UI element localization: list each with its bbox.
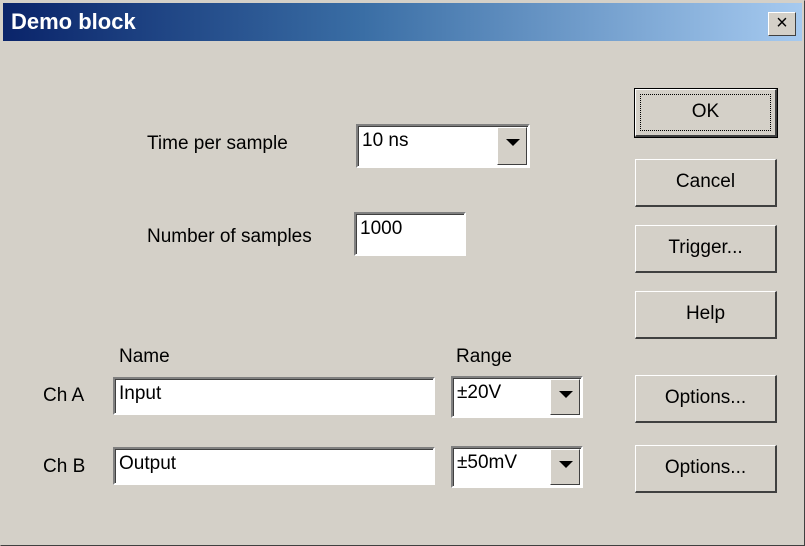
channel-a-range-value: ±20V — [457, 382, 502, 403]
time-per-sample-label: Time per sample — [147, 133, 288, 154]
title-bar: Demo block × — [3, 3, 802, 41]
range-column-header: Range — [456, 346, 512, 367]
focus-ring — [640, 94, 771, 131]
number-of-samples-label: Number of samples — [147, 226, 312, 247]
dialog-window: Demo block × Time per sample 10 ns Numbe… — [0, 0, 805, 546]
time-per-sample-value: 10 ns — [362, 130, 409, 151]
channel-b-range-value: ±50mV — [457, 452, 518, 473]
time-per-sample-select[interactable]: 10 ns — [356, 124, 530, 168]
number-of-samples-input[interactable]: 1000 — [354, 212, 466, 256]
trigger-button[interactable]: Trigger... — [635, 225, 777, 273]
channel-a-name-input[interactable]: Input — [113, 377, 435, 415]
channel-a-label: Ch A — [43, 385, 85, 406]
channel-a-name-value: Input — [119, 383, 162, 404]
channel-b-range-select[interactable]: ±50mV — [451, 446, 583, 488]
number-of-samples-value: 1000 — [360, 218, 403, 239]
cancel-button[interactable]: Cancel — [635, 159, 777, 207]
channel-a-options-label: Options... — [664, 387, 747, 408]
chevron-down-icon[interactable] — [550, 379, 580, 415]
help-button[interactable]: Help — [635, 291, 777, 339]
channel-b-name-value: Output — [119, 453, 177, 474]
close-button[interactable]: × — [768, 12, 796, 36]
ok-button[interactable]: OK — [634, 88, 778, 138]
channel-b-name-input[interactable]: Output — [113, 447, 435, 485]
chevron-down-icon[interactable] — [497, 127, 527, 165]
cancel-button-label: Cancel — [675, 171, 736, 192]
name-column-header: Name — [119, 346, 170, 367]
channel-b-options-button[interactable]: Options... — [635, 445, 777, 493]
trigger-button-label: Trigger... — [668, 237, 743, 258]
channel-a-range-select[interactable]: ±20V — [451, 376, 583, 418]
chevron-down-icon[interactable] — [550, 449, 580, 485]
window-title: Demo block — [11, 9, 136, 34]
close-icon: × — [776, 12, 788, 34]
channel-b-options-label: Options... — [664, 457, 747, 478]
help-button-label: Help — [685, 303, 726, 324]
channel-b-label: Ch B — [43, 456, 86, 477]
channel-a-options-button[interactable]: Options... — [635, 375, 777, 423]
